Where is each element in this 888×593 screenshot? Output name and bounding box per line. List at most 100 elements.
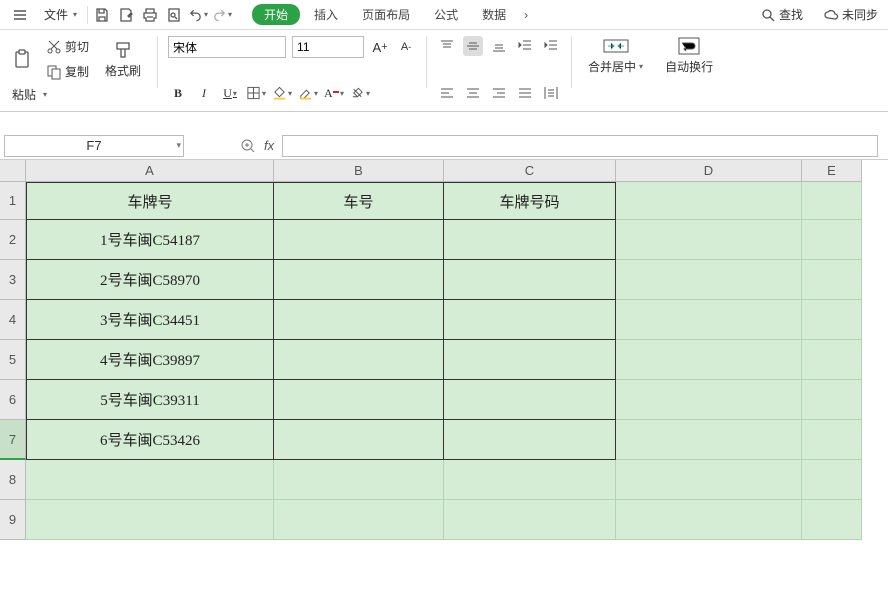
align-top-icon[interactable]	[437, 36, 457, 56]
font-size-select[interactable]	[292, 36, 364, 58]
cell[interactable]	[444, 380, 616, 420]
redo-icon[interactable]: ▾	[212, 5, 232, 25]
cell[interactable]	[274, 380, 444, 420]
col-header-C[interactable]: C	[444, 160, 616, 182]
copy-button[interactable]: 复制	[42, 61, 93, 82]
col-header-B[interactable]: B	[274, 160, 444, 182]
format-painter-button[interactable]: 格式刷	[99, 40, 147, 79]
cell[interactable]	[616, 260, 802, 300]
increase-font-icon[interactable]: A+	[370, 37, 390, 57]
cell[interactable]	[274, 300, 444, 340]
clear-format-button[interactable]: ▾	[350, 83, 370, 103]
save-icon[interactable]	[92, 5, 112, 25]
file-menu[interactable]: 文件 ▾	[38, 4, 83, 25]
cell[interactable]	[274, 420, 444, 460]
cell[interactable]	[444, 420, 616, 460]
cell[interactable]	[444, 300, 616, 340]
cell[interactable]	[802, 220, 862, 260]
underline-button[interactable]: U▾	[220, 83, 240, 103]
cell[interactable]	[802, 300, 862, 340]
menu-icon[interactable]	[6, 5, 34, 25]
decrease-font-icon[interactable]: A-	[396, 37, 416, 57]
col-header-A[interactable]: A	[26, 160, 274, 182]
tab-layout[interactable]: 页面布局	[352, 3, 420, 26]
decrease-indent-icon[interactable]	[515, 36, 535, 56]
cell[interactable]	[444, 260, 616, 300]
align-middle-icon[interactable]	[463, 36, 483, 56]
font-color-button[interactable]: A▾	[324, 83, 344, 103]
tab-data[interactable]: 数据	[472, 3, 516, 26]
save-as-icon[interactable]	[116, 5, 136, 25]
cell[interactable]	[444, 460, 616, 500]
cell[interactable]	[616, 460, 802, 500]
cell[interactable]	[802, 460, 862, 500]
justify-icon[interactable]	[515, 83, 535, 103]
cell[interactable]	[802, 380, 862, 420]
cell[interactable]	[26, 500, 274, 540]
wrap-text-button[interactable]: 自动换行	[659, 36, 719, 103]
cell[interactable]	[444, 340, 616, 380]
align-bottom-icon[interactable]	[489, 36, 509, 56]
border-button[interactable]: ▾	[246, 83, 266, 103]
cell[interactable]	[274, 460, 444, 500]
cell[interactable]	[802, 260, 862, 300]
highlight-button[interactable]: ▾	[298, 83, 318, 103]
cell[interactable]: 车牌号码	[444, 182, 616, 220]
name-box[interactable]: F7 ▾	[4, 135, 184, 157]
cell[interactable]: 5号车闽C39311	[26, 380, 274, 420]
print-preview-icon[interactable]	[164, 5, 184, 25]
sync-button[interactable]: 未同步	[819, 4, 882, 25]
cell[interactable]	[26, 460, 274, 500]
row-header[interactable]: 3	[0, 260, 26, 300]
cell[interactable]	[616, 182, 802, 220]
merge-center-button[interactable]: 合并居中▾	[582, 36, 649, 103]
row-header[interactable]: 4	[0, 300, 26, 340]
italic-button[interactable]: I	[194, 83, 214, 103]
cut-button[interactable]: 剪切	[42, 36, 93, 57]
cell[interactable]: 车号	[274, 182, 444, 220]
cell[interactable]	[616, 420, 802, 460]
cell[interactable]	[274, 220, 444, 260]
tab-start[interactable]: 开始	[252, 4, 300, 25]
formula-input[interactable]	[282, 135, 878, 157]
cell[interactable]	[616, 340, 802, 380]
paste-button[interactable]	[8, 47, 36, 71]
align-center-icon[interactable]	[463, 83, 483, 103]
cell[interactable]: 1号车闽C54187	[26, 220, 274, 260]
row-header[interactable]: 7	[0, 420, 26, 460]
print-icon[interactable]	[140, 5, 160, 25]
zoom-icon[interactable]	[240, 138, 256, 154]
tab-insert[interactable]: 插入	[304, 3, 348, 26]
row-header[interactable]: 6	[0, 380, 26, 420]
row-header[interactable]: 2	[0, 220, 26, 260]
increase-indent-icon[interactable]	[541, 36, 561, 56]
col-header-E[interactable]: E	[802, 160, 862, 182]
cell[interactable]	[274, 340, 444, 380]
cell[interactable]	[802, 182, 862, 220]
cell[interactable]	[616, 300, 802, 340]
tab-formula[interactable]: 公式	[424, 3, 468, 26]
cell[interactable]: 车牌号	[26, 182, 274, 220]
select-all-corner[interactable]	[0, 160, 26, 182]
row-header[interactable]: 5	[0, 340, 26, 380]
cell[interactable]: 6号车闽C53426	[26, 420, 274, 460]
fill-color-button[interactable]: ▾	[272, 83, 292, 103]
cell[interactable]	[274, 500, 444, 540]
distribute-icon[interactable]	[541, 83, 561, 103]
row-header[interactable]: 9	[0, 500, 26, 540]
cell[interactable]	[802, 420, 862, 460]
bold-button[interactable]: B	[168, 83, 188, 103]
cell[interactable]: 4号车闽C39897	[26, 340, 274, 380]
cell[interactable]	[616, 500, 802, 540]
cell[interactable]	[802, 340, 862, 380]
cell[interactable]	[616, 380, 802, 420]
cell[interactable]	[274, 260, 444, 300]
align-right-icon[interactable]	[489, 83, 509, 103]
row-header[interactable]: 1	[0, 182, 26, 220]
cell[interactable]	[444, 500, 616, 540]
tab-more[interactable]: ›	[520, 5, 532, 25]
find-button[interactable]: 查找	[756, 4, 807, 25]
row-header[interactable]: 8	[0, 460, 26, 500]
cell[interactable]	[444, 220, 616, 260]
cell[interactable]: 3号车闽C34451	[26, 300, 274, 340]
